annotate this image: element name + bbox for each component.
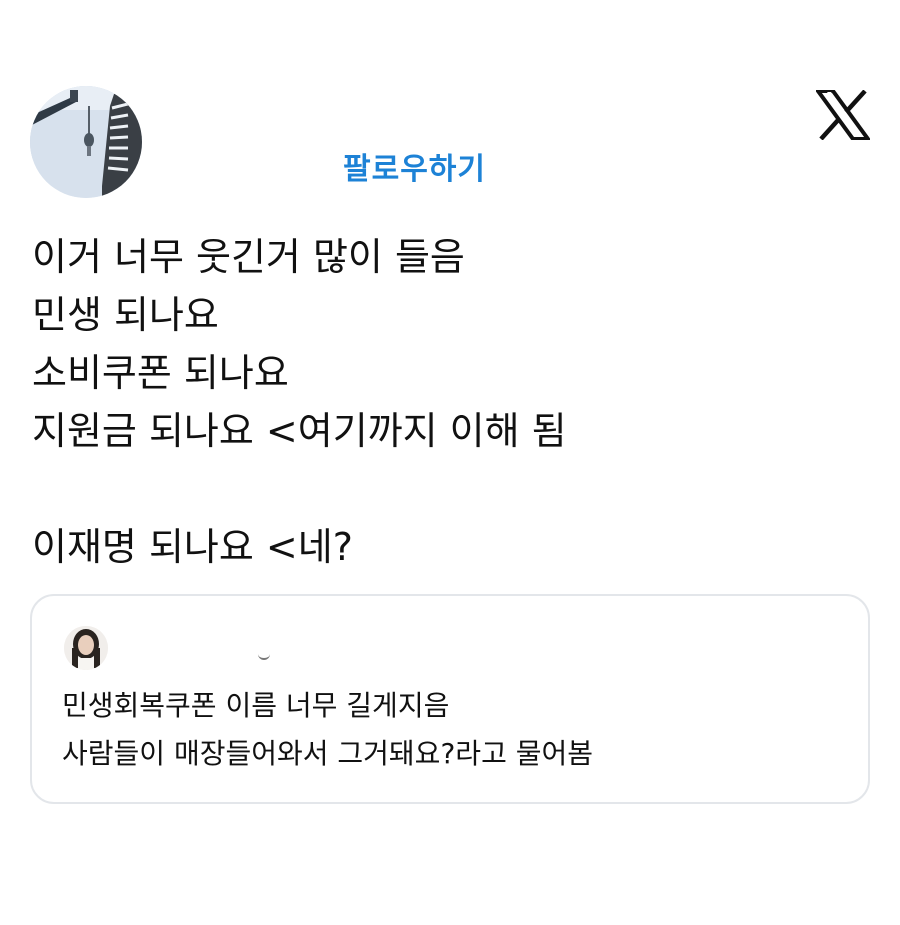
x-logo-icon[interactable] [814,89,872,141]
tweet-line: 이거 너무 웃긴거 많이 들음 [32,235,465,279]
tweet-line: 소비쿠폰 되나요 [32,351,289,395]
profile-avatar[interactable] [30,86,142,198]
line-break [32,460,872,518]
quoted-user-avatar-icon [64,626,108,670]
tweet-line: 민생 되나요 [32,293,219,337]
quoted-tweet-line: 사람들이 매장들어와서 그거돼요?라고 물어봄 [62,737,594,770]
quoted-user-avatar[interactable] [64,626,108,670]
follow-button[interactable]: 팔로우하기 [343,144,486,188]
quoted-tweet-text: 민생회복쿠폰 이름 너무 길게지음 사람들이 매장들어와서 그거돼요?라고 물어… [62,682,862,778]
quoted-username-fragment [258,654,270,660]
profile-photo-icon [30,86,142,198]
tweet-text: 이거 너무 웃긴거 많이 들음 민생 되나요 소비쿠폰 되나요 지원금 되나요 … [32,228,872,576]
quoted-tweet-card[interactable]: 민생회복쿠폰 이름 너무 길게지음 사람들이 매장들어와서 그거돼요?라고 물어… [30,594,870,804]
tweet-line: 이재명 되나요 <네? [32,525,353,569]
quoted-tweet-line: 민생회복쿠폰 이름 너무 길게지음 [62,689,450,722]
tweet-line: 지원금 되나요 <여기까지 이해 됨 [32,409,567,453]
